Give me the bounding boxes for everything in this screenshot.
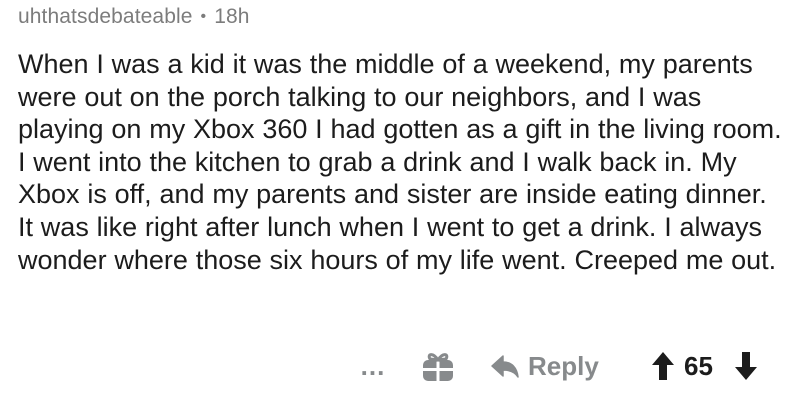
reply-button[interactable]: Reply [490,344,599,388]
upvote-arrow-icon [652,352,674,380]
comment-meta: uhthatsdebateable • 18h [18,0,788,34]
meta-separator: • [200,8,207,25]
comment-actions: ... Reply 65 [0,344,800,388]
upvote-button[interactable] [651,351,675,381]
vote-score: 65 [684,350,713,381]
more-options-button[interactable]: ... [360,344,386,388]
reply-arrow-icon [491,355,519,378]
downvote-arrow-icon [735,352,757,380]
username[interactable]: uhthatsdebateable [18,5,193,29]
comment: uhthatsdebateable • 18h When I was a kid… [18,0,788,276]
give-award-button[interactable] [421,349,455,383]
gift-icon [423,353,453,381]
downvote-button[interactable] [734,351,758,381]
timestamp: 18h [214,5,250,28]
more-dots-icon: ... [360,350,386,381]
comment-body: When I was a kid it was the middle of a … [18,49,782,275]
reply-label: Reply [528,350,599,381]
